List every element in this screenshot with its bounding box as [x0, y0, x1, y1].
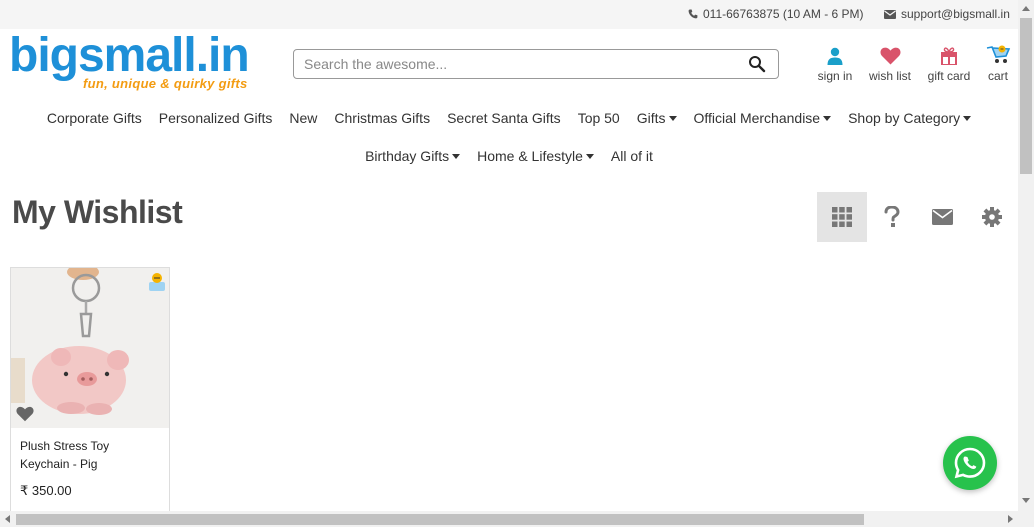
- search-icon: [749, 56, 766, 73]
- heart-icon: [880, 47, 900, 65]
- nav-corporate-gifts[interactable]: Corporate Gifts: [47, 110, 142, 126]
- envelope-icon: [884, 9, 896, 19]
- nav-official-merchandise[interactable]: Official Merchandise: [694, 110, 832, 126]
- cart-icon: [986, 45, 1011, 63]
- nav-label: Official Merchandise: [693, 110, 821, 126]
- phone-text: 011-66763875 (10 AM - 6 PM): [703, 7, 864, 21]
- logo-tagline: fun, unique & quirky gifts: [83, 76, 248, 91]
- caret-down-icon: [963, 115, 972, 121]
- scroll-up-arrow-icon[interactable]: [1022, 6, 1030, 11]
- scroll-left-arrow-icon[interactable]: [5, 515, 10, 523]
- heart-icon[interactable]: [16, 406, 34, 422]
- gear-icon: [982, 207, 1002, 227]
- nav-birthday-gifts[interactable]: Birthday Gifts: [365, 148, 461, 164]
- cart-link[interactable]: cart: [983, 43, 1013, 83]
- email-text: support@bigsmall.in: [901, 7, 1010, 21]
- scroll-right-arrow-icon[interactable]: [1008, 515, 1013, 523]
- caret-down-icon: [668, 115, 677, 121]
- grid-icon: [832, 207, 852, 227]
- nav-gifts[interactable]: Gifts: [637, 110, 677, 126]
- nav-label: Secret Santa Gifts: [447, 110, 561, 126]
- logo-wordmark: bigsmall.in: [9, 29, 250, 82]
- product-price: ₹ 350.00: [20, 483, 72, 498]
- product-name[interactable]: Plush Stress Toy Keychain - Pig: [20, 437, 160, 473]
- cart-label: cart: [987, 69, 1008, 83]
- nav-label: Birthday Gifts: [365, 148, 450, 164]
- gift-icon: [941, 47, 957, 65]
- email-contact[interactable]: support@bigsmall.in: [884, 7, 1010, 21]
- sign-in-link[interactable]: sign in: [815, 43, 855, 83]
- main-navigation: Corporate Gifts Personalized Gifts New C…: [0, 99, 1018, 175]
- phone-contact[interactable]: 011-66763875 (10 AM - 6 PM): [688, 7, 864, 21]
- nav-shop-by-category[interactable]: Shop by Category: [848, 110, 972, 126]
- nav-label: All of it: [610, 148, 653, 164]
- whatsapp-chat-button[interactable]: [943, 436, 997, 490]
- user-icon: [827, 47, 843, 65]
- settings-button[interactable]: [967, 192, 1017, 242]
- nav-label: Home & Lifestyle: [477, 148, 583, 164]
- nav-new[interactable]: New: [289, 110, 317, 126]
- sign-in-label: sign in: [817, 69, 853, 83]
- search-box: [293, 49, 779, 79]
- pig-keychain-image: [11, 268, 169, 428]
- caret-down-icon: [585, 153, 594, 159]
- nav-home-lifestyle[interactable]: Home & Lifestyle: [477, 148, 594, 164]
- search-button[interactable]: [748, 55, 768, 75]
- gift-card-link[interactable]: gift card: [924, 43, 974, 83]
- site-logo[interactable]: bigsmall.in fun, unique & quirky gifts: [9, 32, 254, 94]
- nav-christmas-gifts[interactable]: Christmas Gifts: [334, 110, 430, 126]
- nav-secret-santa-gifts[interactable]: Secret Santa Gifts: [447, 110, 561, 126]
- vertical-scroll-thumb[interactable]: [1020, 18, 1032, 174]
- nav-all-of-it[interactable]: All of it: [611, 148, 653, 164]
- wishlist-product-card[interactable]: Plush Stress Toy Keychain - Pig ₹ 350.00: [10, 267, 170, 512]
- nav-top-50[interactable]: Top 50: [578, 110, 620, 126]
- nav-label: New: [289, 110, 318, 126]
- caret-down-icon: [823, 115, 832, 121]
- gift-card-label: gift card: [927, 69, 971, 83]
- wish-list-link[interactable]: wish list: [865, 43, 915, 83]
- email-wishlist-button[interactable]: [917, 192, 967, 242]
- nav-label: Top 50: [577, 110, 620, 126]
- top-contact-bar: 011-66763875 (10 AM - 6 PM) support@bigs…: [0, 0, 1018, 29]
- horizontal-scroll-thumb[interactable]: [16, 514, 864, 525]
- nav-row-1: Corporate Gifts Personalized Gifts New C…: [0, 99, 1018, 137]
- envelope-icon: [931, 209, 953, 225]
- nav-label: Christmas Gifts: [334, 110, 431, 126]
- help-icon: [884, 206, 900, 227]
- nav-label: Shop by Category: [848, 110, 961, 126]
- search-input[interactable]: [304, 54, 734, 74]
- vertical-scrollbar[interactable]: [1018, 0, 1034, 511]
- horizontal-scrollbar[interactable]: [0, 511, 1034, 527]
- site-header: bigsmall.in fun, unique & quirky gifts s…: [0, 29, 1018, 99]
- whatsapp-icon: [954, 447, 986, 479]
- phone-icon: [688, 9, 698, 19]
- nav-row-2: Birthday Gifts Home & Lifestyle All of i…: [0, 137, 1018, 175]
- nav-personalized-gifts[interactable]: Personalized Gifts: [159, 110, 273, 126]
- wish-list-label: wish list: [868, 69, 911, 83]
- product-image[interactable]: [11, 268, 169, 428]
- help-button[interactable]: [867, 192, 917, 242]
- scroll-down-arrow-icon[interactable]: [1022, 498, 1030, 503]
- nav-label: Corporate Gifts: [46, 110, 142, 126]
- nav-label: Gifts: [636, 110, 666, 126]
- nav-label: Personalized Gifts: [158, 110, 273, 126]
- page-title: My Wishlist: [12, 194, 183, 230]
- brand-badge-icon: [149, 273, 165, 291]
- caret-down-icon: [452, 153, 461, 159]
- grid-view-button[interactable]: [817, 192, 867, 242]
